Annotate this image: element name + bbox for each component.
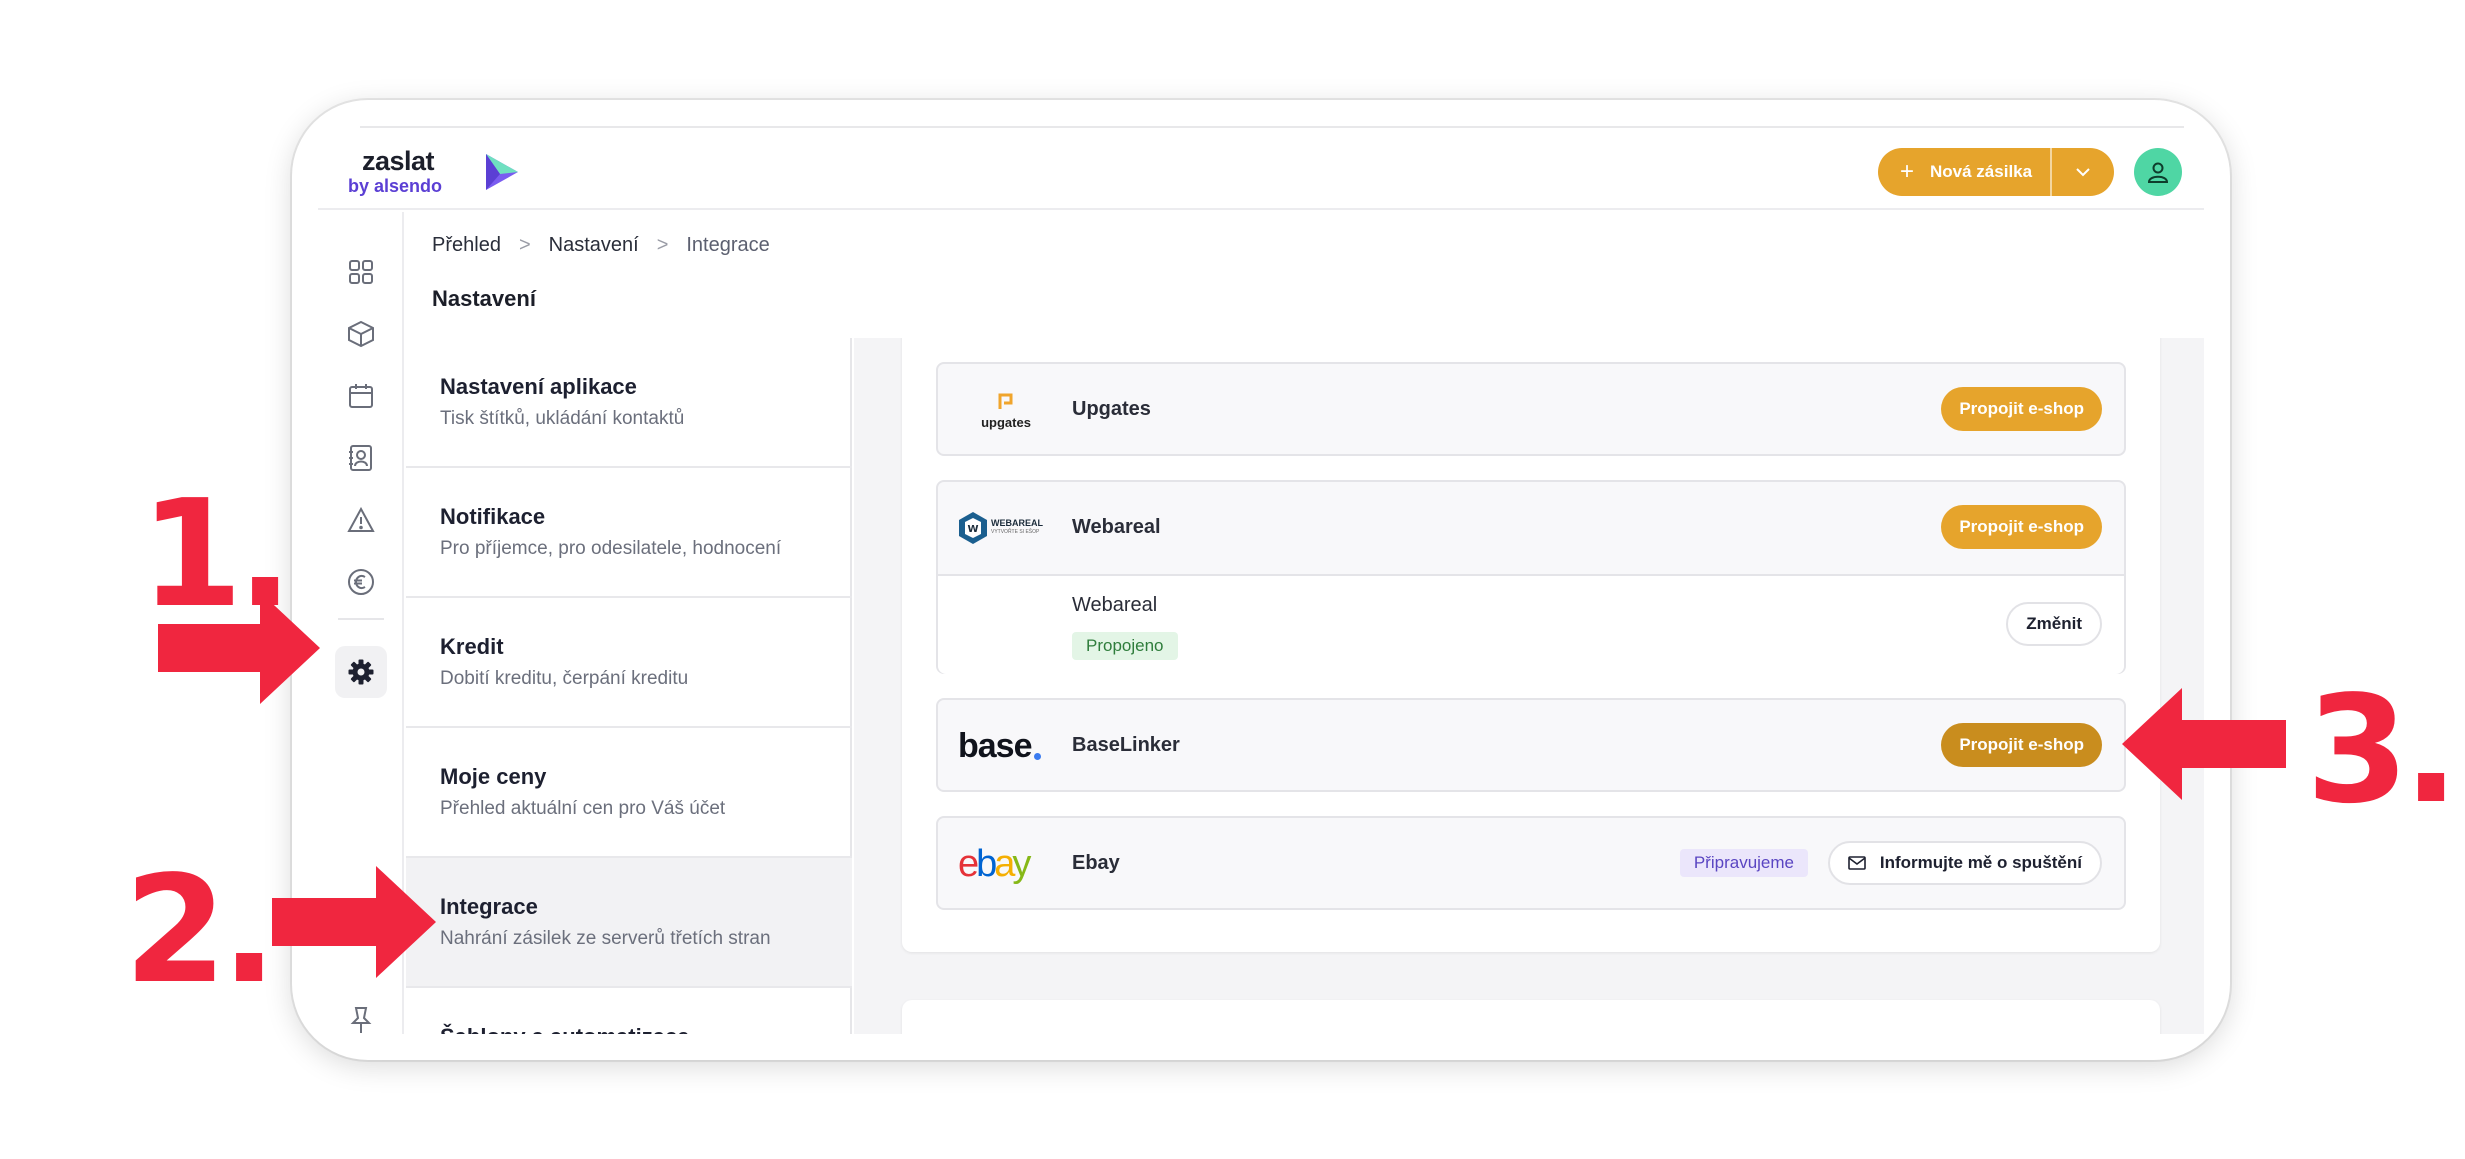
menu-item-subtitle: Dobití kreditu, čerpání kreditu [440,668,689,689]
webareal-logo-text: WEBAREAL [991,518,1043,528]
integration-name: Upgates [1072,398,1151,420]
logo-sub: by alsendo [348,176,443,196]
breadcrumb-current: Integrace [686,234,770,256]
coming-soon-badge: Připravujeme [1679,849,1808,877]
notify-me-button[interactable]: Informujte mě o spuštění [1827,841,2102,885]
new-shipment-main[interactable]: + Nová zásilka [1878,148,2052,196]
integrations-card: upgates Upgates Propojit e-shop W WEBARE… [902,338,2160,952]
user-avatar[interactable] [2134,148,2182,196]
integration-upgates: upgates Upgates Propojit e-shop [936,362,2126,456]
integration-baselinker: base BaseLinker Propojit e-shop [936,698,2126,792]
logo-mark-icon [486,154,518,190]
menu-item-title: Kredit [440,634,504,659]
baselinker-logo-text: base [958,727,1032,765]
page-title: Nastavení [432,286,536,311]
menu-item-title: Notifikace [440,504,546,529]
plus-icon: + [1900,158,1915,185]
device-frame: zaslat by alsendo + Nová zásilka Přehled… [292,100,2230,1060]
notify-me-label: Informujte mě o spuštění [1879,853,2082,872]
webareal-connection: Webareal Propojeno Změnit [938,574,2124,674]
annotation-arrow-2 [272,866,436,978]
annotation-step-1: 1. [140,468,293,640]
upgates-mark-icon [998,393,1013,409]
annotation-step-2: 2. [124,844,277,1016]
menu-item-templates[interactable]: Šablony a automatizace [406,988,852,1034]
dashboard-grid-icon[interactable] [335,246,387,298]
mail-icon [1848,856,1866,870]
breadcrumb-settings[interactable]: Nastavení [549,234,639,257]
annotation-arrow-3 [2122,688,2286,800]
upgates-logo-text: upgates [981,415,1031,430]
breadcrumb-home[interactable]: Přehled [432,234,501,257]
user-icon [2147,162,2169,183]
webareal-logo-tagline: VYTVOŘTE SI EŠOP [991,529,1040,535]
menu-item-credit[interactable]: Kredit Dobití kreditu, čerpání kreditu [406,598,852,728]
menu-item-integrations[interactable]: Integrace Nahrání zásilek ze serverů tře… [406,858,852,988]
connect-eshop-button[interactable]: Propojit e-shop [1941,505,2102,549]
ebay-letter: a [994,842,1015,885]
change-button[interactable]: Změnit [2006,602,2102,646]
logo-word: zaslat [362,146,435,176]
upgates-logo: upgates [958,390,1054,430]
menu-item-subtitle: Nahrání zásilek ze serverů třetích stran [440,928,771,949]
ebay-letter: y [1012,842,1032,885]
integration-webareal: W WEBAREAL VYTVOŘTE SI EŠOP Webareal Pro… [936,480,2126,674]
breadcrumb-separator-icon: > [518,234,531,256]
next-card [902,1000,2160,1034]
settings-menu: Nastavení aplikace Tisk štítků, ukládání… [406,338,852,1034]
menu-item-app-settings[interactable]: Nastavení aplikace Tisk štítků, ukládání… [406,338,852,468]
menu-item-subtitle: Přehled aktuální cen pro Váš účet [440,798,726,819]
integration-name: Webareal [1072,516,1161,538]
menu-item-title: Šablony a automatizace [440,1024,852,1034]
integration-name: BaseLinker [1072,734,1180,756]
status-badge: Propojeno [1072,632,1178,660]
gear-icon[interactable] [335,646,387,698]
app-screen: zaslat by alsendo + Nová zásilka Přehled… [318,126,2204,1034]
top-bar: zaslat by alsendo + Nová zásilka [318,128,2204,210]
integration-ebay: e b a y Ebay Připravujeme Informujte mě … [936,816,2126,910]
menu-item-my-prices[interactable]: Moje ceny Přehled aktuální cen pro Váš ú… [406,728,852,858]
menu-item-subtitle: Pro příjemce, pro odesilatele, hodnocení [440,538,782,559]
pin-icon[interactable] [335,994,387,1034]
svg-text:W: W [967,524,978,535]
menu-item-subtitle: Tisk štítků, ukládání kontaktů [440,408,685,429]
integration-name: Ebay [1072,852,1120,874]
ebay-letter: b [976,842,997,885]
euro-icon[interactable] [335,556,387,608]
menu-item-notifications[interactable]: Notifikace Pro příjemce, pro odesilatele… [406,468,852,598]
app-logo[interactable]: zaslat by alsendo [348,146,518,197]
new-shipment-button[interactable]: + Nová zásilka [1878,148,2114,196]
integrations-content: upgates Upgates Propojit e-shop W WEBARE… [854,338,2204,1034]
menu-item-title: Moje ceny [440,764,547,789]
baselinker-dot-icon [1033,752,1041,760]
contacts-icon[interactable] [335,432,387,484]
annotation-step-3: 3. [2306,664,2459,836]
rail-divider [338,618,384,620]
package-icon[interactable] [335,308,387,360]
connect-eshop-button[interactable]: Propojit e-shop [1941,723,2102,767]
menu-item-title: Nastavení aplikace [440,374,637,399]
breadcrumb: Přehled > Nastavení > Integrace [432,234,770,257]
ebay-letter: e [958,842,979,885]
baselinker-logo: base [958,726,1054,766]
webareal-logo: W WEBAREAL VYTVOŘTE SI EŠOP [958,508,1054,548]
chevron-down-icon[interactable] [2052,167,2114,177]
menu-item-title: Integrace [440,894,538,919]
connect-eshop-button[interactable]: Propojit e-shop [1941,387,2102,431]
connection-name: Webareal [1072,594,1158,616]
new-shipment-label: Nová zásilka [1930,162,2033,181]
ebay-logo: e b a y [958,842,1054,885]
breadcrumb-separator-icon: > [656,234,669,256]
webareal-shield-icon: W [959,512,987,544]
warning-icon[interactable] [335,494,387,546]
calendar-icon[interactable] [335,370,387,422]
